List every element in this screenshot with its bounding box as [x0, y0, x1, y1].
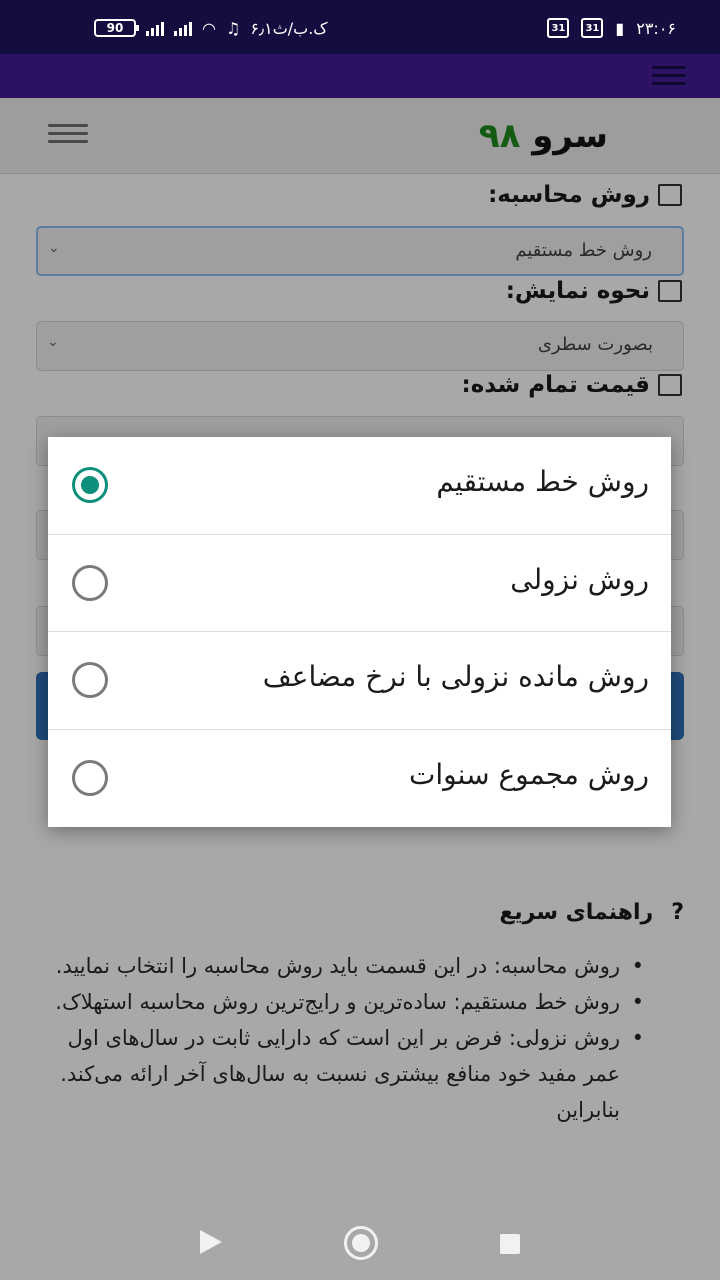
clock: ۲۳:۰۶ [636, 18, 676, 38]
back-icon[interactable] [200, 1230, 222, 1254]
site-header: سرو ۹۸ [0, 98, 720, 174]
monitor-icon [658, 280, 682, 302]
display-select[interactable]: بصورت سطری ⌄ [36, 321, 684, 371]
option-label: روش خط مستقیم [436, 465, 649, 498]
app-bar [0, 54, 720, 98]
hamburger-menu-icon[interactable] [652, 66, 686, 86]
option-label: روش مانده نزولی با نرخ مضاعف [262, 660, 649, 693]
radio-checked-icon[interactable] [72, 467, 108, 503]
radio-unchecked-icon[interactable] [72, 759, 108, 796]
status-bar: 90 ◠ ♫ ۶٫۱ک.ب/ث 31 31 ▮ ۲۳:۰۶ [0, 0, 720, 54]
status-left: 90 ◠ ♫ ۶٫۱ک.ب/ث [94, 12, 328, 44]
dialog-option-sum-of-years[interactable]: روش مجموع سنوات [48, 730, 671, 828]
logo-text: سرو [532, 116, 608, 156]
list-item: روش نزولی: فرض بر این است که دارایی ثابت… [40, 1020, 644, 1128]
recent-apps-icon[interactable] [500, 1234, 520, 1254]
chevron-down-icon: ⌄ [47, 334, 59, 350]
home-icon[interactable] [344, 1226, 378, 1260]
status-right: 31 31 ▮ ۲۳:۰۶ [547, 12, 676, 44]
price-label-text: قیمت تمام شده: [461, 372, 650, 398]
radio-unchecked-icon[interactable] [72, 564, 108, 601]
battery-icon: 90 [94, 19, 139, 37]
radio-unchecked-icon[interactable] [72, 662, 108, 698]
site-logo[interactable]: سرو ۹۸ [479, 116, 608, 156]
method-select[interactable]: روش خط مستقیم ⌄ [36, 226, 684, 276]
signal-icon-2 [174, 20, 192, 36]
navigation-bar [0, 1208, 720, 1280]
option-label: روش نزولی [510, 562, 649, 596]
list-item: روش خط مستقیم: ساده‌ترین و رایج‌ترین روش… [40, 984, 644, 1020]
money-icon [658, 374, 682, 396]
signal-icon [146, 20, 164, 36]
help-title-text: راهنمای سریع [499, 900, 654, 925]
dialog-option-double-declining[interactable]: روش مانده نزولی با نرخ مضاعف [48, 632, 671, 730]
method-label-text: روش محاسبه: [488, 182, 650, 208]
logo-number: ۹۸ [478, 116, 521, 156]
price-label: قیمت تمام شده: [462, 372, 682, 398]
network-speed: ۶٫۱ک.ب/ث [250, 18, 328, 38]
muted-bell-icon: ♫ [225, 18, 241, 38]
trash-icon: ▮ [615, 18, 625, 38]
calendar-icon-2: 31 [581, 18, 604, 38]
display-label-text: نحوه نمایش: [505, 278, 650, 304]
method-dialog: روش خط مستقیم روش نزولی روش مانده نزولی … [48, 437, 671, 827]
chevron-down-icon: ⌄ [48, 240, 60, 256]
method-label: روش محاسبه: [488, 182, 682, 208]
display-select-value: بصورت سطری [537, 334, 653, 355]
site-menu-icon[interactable] [48, 124, 88, 148]
option-label: روش مجموع سنوات [409, 757, 649, 791]
question-icon: ? [671, 900, 684, 925]
display-label: نحوه نمایش: [506, 278, 682, 304]
dialog-option-straight-line[interactable]: روش خط مستقیم [48, 437, 671, 535]
calendar-icon: 31 [547, 18, 570, 38]
help-list: روش محاسبه: در این قسمت باید روش محاسبه … [40, 948, 644, 1128]
list-item: روش محاسبه: در این قسمت باید روش محاسبه … [40, 948, 644, 984]
method-select-value: روش خط مستقیم [515, 240, 652, 261]
help-title: ? راهنمای سریع [499, 900, 684, 925]
calculator-icon [658, 184, 682, 206]
dialog-option-declining[interactable]: روش نزولی [48, 535, 671, 632]
wifi-icon: ◠ [202, 18, 216, 38]
